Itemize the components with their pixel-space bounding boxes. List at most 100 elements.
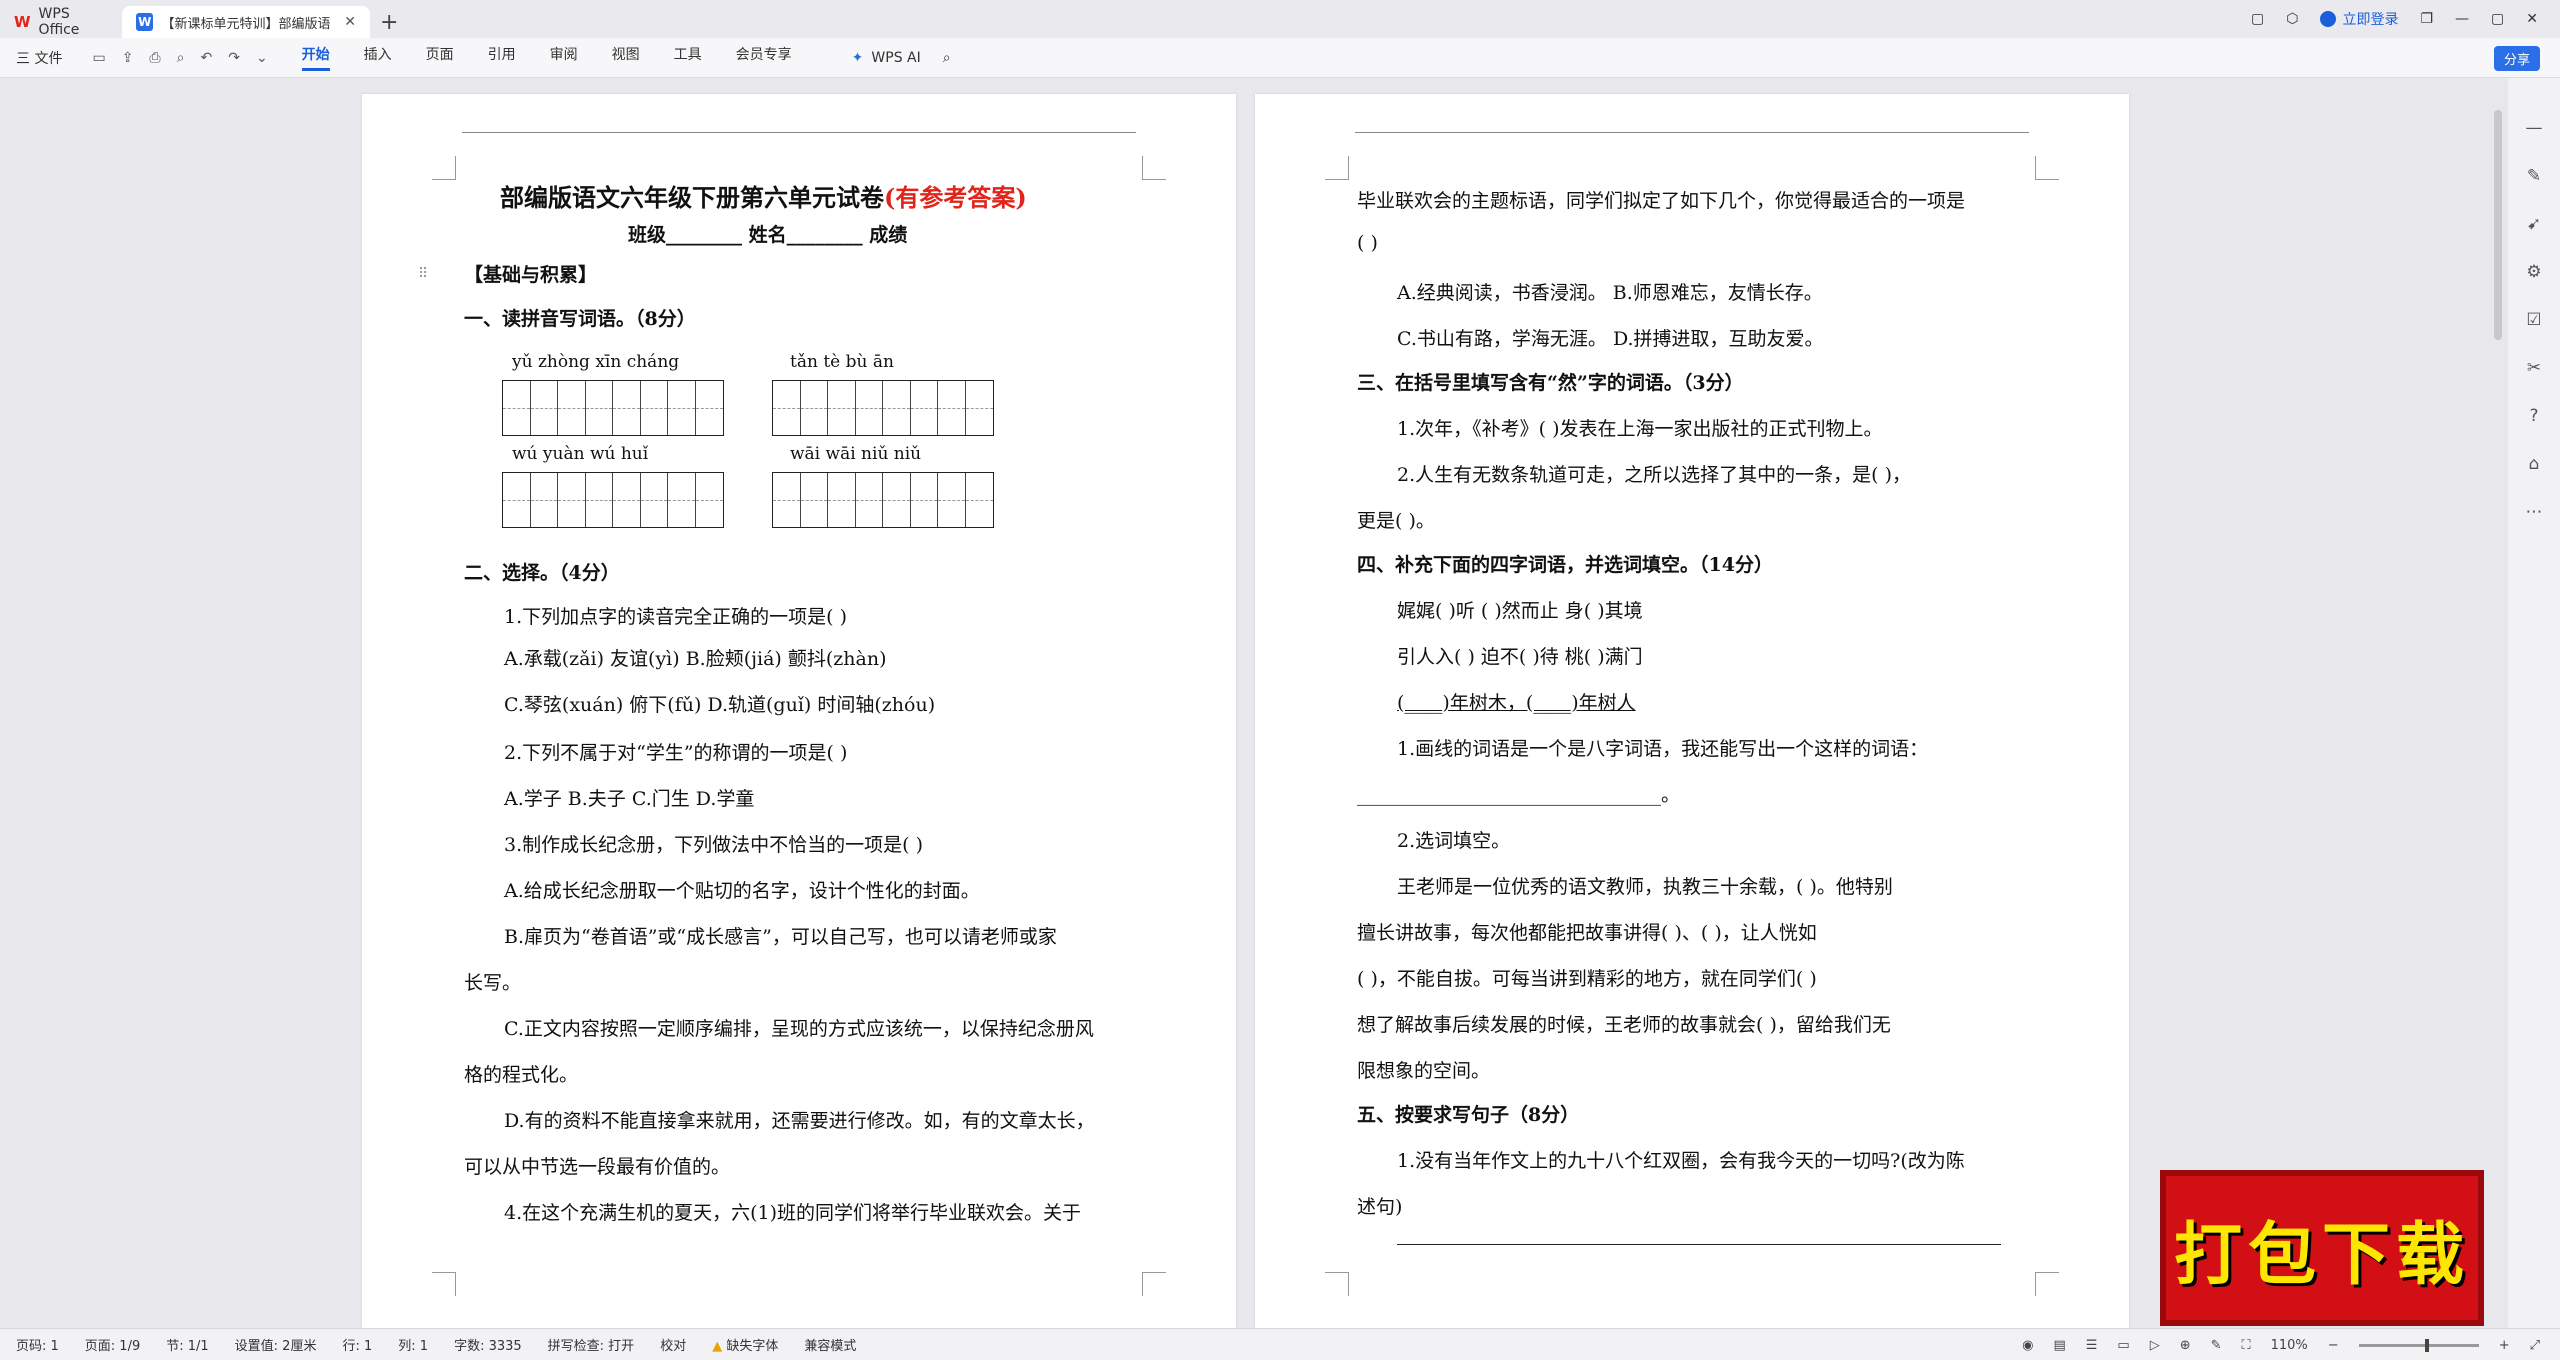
status-pages[interactable]: 页面: 1/9 [85,1335,140,1354]
status-page[interactable]: 页码: 1 [16,1335,59,1354]
vertical-scrollbar[interactable] [2494,110,2502,340]
tab-wps-office[interactable]: W WPS Office [0,6,122,38]
tab-document[interactable]: W 【新课标单元特训】部编版语 ✕ [122,6,370,38]
status-spellcheck[interactable]: 拼写检查: 打开 [548,1335,635,1354]
fullscreen-icon[interactable]: ⤢ [2530,1338,2540,1353]
web-icon[interactable]: ⊕ [2180,1338,2191,1353]
question-heading: 三、在括号里填写含有“然”字的词语。（3分） [1357,372,1744,394]
tab-page[interactable]: 页面 [426,44,454,71]
collapse-icon[interactable]: — [2526,118,2543,138]
outline-icon[interactable]: ☰ [2086,1338,2098,1353]
crop-mark [432,156,456,180]
status-proofread[interactable]: 校对 [660,1335,686,1354]
writing-grid[interactable] [502,380,724,436]
tab-label: 【新课标单元特训】部编版语 [161,16,331,32]
pinyin-3: wú yuàn wú huǐ [512,444,649,464]
ai-icon: ✦ [851,49,864,66]
close-icon[interactable]: ✕ [2526,11,2538,27]
status-missing-font[interactable]: ▲ 缺失字体 [712,1335,778,1354]
zoom-out-icon[interactable]: − [2328,1338,2339,1353]
status-col[interactable]: 列: 1 [398,1335,428,1354]
crop-mark [1142,1272,1166,1296]
zoom-level[interactable]: 110% [2271,1338,2308,1353]
status-setting[interactable]: 设置值: 2厘米 [235,1335,317,1354]
shirt-icon[interactable]: ⌂ [2529,454,2540,474]
help-icon[interactable]: ? [2529,406,2538,426]
tab-reference[interactable]: 引用 [488,44,516,71]
more-icon[interactable]: ⌄ [256,50,268,66]
doc-title: 部编版语文六年级下册第六单元试卷(有参考答案) [500,178,1027,213]
tab-review[interactable]: 审阅 [550,44,578,71]
download-banner[interactable]: 打包下载 [2160,1170,2484,1326]
fit-icon[interactable]: ⛶ [2242,1338,2251,1353]
title-bar: W WPS Office W 【新课标单元特训】部编版语 ✕ + [0,0,2560,38]
more-dots-icon[interactable]: ⋯ [2526,502,2543,522]
word-doc-icon: W [136,13,154,31]
layout-icon[interactable]: ▢ [2251,11,2264,27]
question-heading: 五、按要求写句子（8分） [1357,1104,1580,1126]
save-icon[interactable]: ▭ [92,50,105,66]
writing-grid[interactable] [772,380,994,436]
file-menu[interactable]: 三 文件 [16,48,62,68]
status-wordcount[interactable]: 字数: 3335 [454,1335,522,1354]
tab-home[interactable]: 开始 [301,44,330,71]
writing-grid[interactable] [502,472,724,528]
page-view-icon[interactable]: ▤ [2053,1338,2065,1353]
option-line: D.有的资料不能直接拿来就用，还需要进行修改。如，有的文章太长， [504,1110,1095,1132]
tab-insert[interactable]: 插入 [364,44,392,71]
read-view-icon[interactable]: ▭ [2117,1338,2129,1353]
undo-icon[interactable]: ↶ [200,50,212,66]
edit-icon[interactable]: ✎ [2211,1338,2222,1353]
close-tab-icon[interactable]: ✕ [344,14,356,30]
page-2[interactable]: 毕业联欢会的主题标语，同学们拟定了如下几个，你觉得最适合的一项是 ( ) A.经… [1255,94,2129,1334]
tab-member[interactable]: 会员专享 [736,44,792,71]
zoom-in-icon[interactable]: + [2499,1338,2510,1353]
section-heading: 【基础与积累】 [464,264,598,286]
redo-icon[interactable]: ↷ [228,50,240,66]
window-controls: ▢ ⬡ 立即登录 ❐ — ▢ ✕ [2251,0,2560,38]
settings-icon[interactable]: ⚙ [2526,262,2541,282]
option-line: 长写。 [464,972,522,994]
wps-ai-button[interactable]: ✦ WPS AI ⌕ [852,50,951,66]
preview-icon[interactable]: ⌕ [177,50,185,66]
login-label: 立即登录 [2342,12,2399,28]
play-icon[interactable]: ▷ [2150,1338,2160,1353]
status-row[interactable]: 行: 1 [342,1335,372,1354]
page-1[interactable]: 部编版语文六年级下册第六单元试卷(有参考答案) 班级________ 姓名___… [362,94,1236,1334]
question-heading: 二、选择。（4分） [464,562,620,584]
crop-mark [1325,156,1349,180]
paragraph-line: 想了解故事后续发展的时候，王老师的故事就会( )，留给我们无 [1357,1014,1891,1036]
drag-handle-icon[interactable]: ⠿ [418,266,428,282]
pointer-icon[interactable]: ➹ [2527,214,2541,234]
maximize-icon[interactable]: ▢ [2491,11,2504,27]
question-text: 1.没有当年作文上的九十八个红双圈，会有我今天的一切吗?(改为陈 [1397,1150,1965,1172]
pinyin-2: tǎn tè bù ān [790,352,894,372]
print-icon[interactable]: ⎙ [149,50,160,66]
minimize-icon[interactable]: — [2455,11,2469,27]
restore-icon[interactable]: ❐ [2420,11,2433,27]
header-line [462,132,1136,133]
pinyin-1: yǔ zhòng xīn cháng [512,352,680,372]
status-section[interactable]: 节: 1/1 [166,1335,208,1354]
login-button[interactable]: 立即登录 [2320,9,2398,29]
zoom-slider[interactable] [2358,1338,2479,1352]
status-compat[interactable]: 兼容模式 [804,1335,856,1354]
new-tab-button[interactable]: + [380,6,398,38]
document-canvas[interactable]: 部编版语文六年级下册第六单元试卷(有参考答案) 班级________ 姓名___… [0,78,2560,1334]
tab-view[interactable]: 视图 [612,44,640,71]
check-icon[interactable]: ☑ [2526,310,2541,330]
eye-icon[interactable]: ◉ [2022,1338,2033,1353]
tools-icon[interactable]: ✂ [2527,358,2541,378]
idiom-row: 引人入( ) 迫不( )待 桃( )满门 [1397,646,1643,668]
crop-mark [1142,156,1166,180]
export-icon[interactable]: ⇪ [122,50,134,66]
share-button[interactable]: 分享 [2493,46,2540,71]
question-text: 1.次年，《补考》( )发表在上海一家出版社的正式刊物上。 [1397,418,1883,440]
ai-label: WPS AI [871,49,921,66]
pen-icon[interactable]: ✎ [2527,166,2541,186]
view-controls: ◉ ▤ ☰ ▭ ▷ ⊕ ✎ ⛶ 110% − + ⤢ [2022,1329,2540,1360]
cube-icon[interactable]: ⬡ [2286,11,2298,27]
search-icon[interactable]: ⌕ [943,50,951,66]
writing-grid[interactable] [772,472,994,528]
tab-tools[interactable]: 工具 [674,44,702,71]
